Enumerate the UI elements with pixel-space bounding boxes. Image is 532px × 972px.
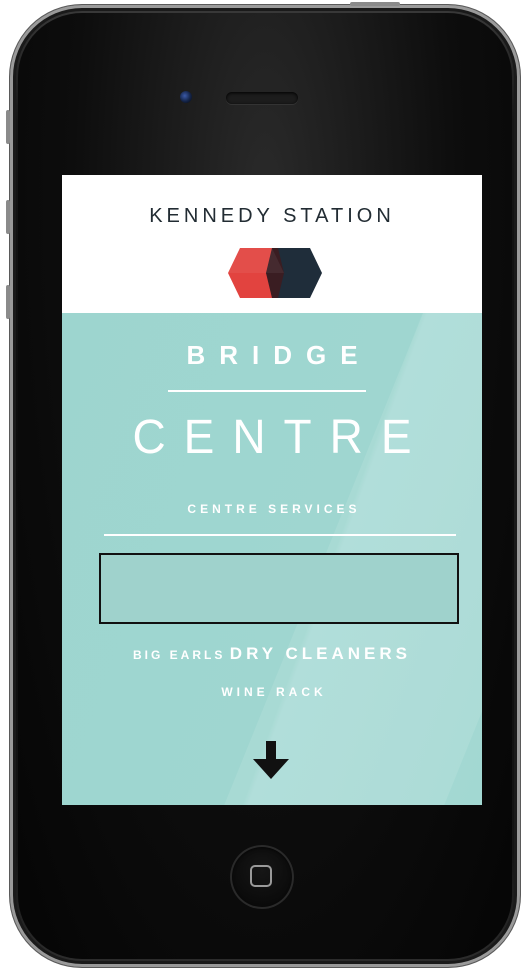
volume-up-button: [6, 200, 10, 234]
mute-switch: [6, 110, 10, 144]
service-selection-box[interactable]: [99, 553, 459, 624]
site-header: KENNEDY STATION: [62, 175, 482, 313]
brand-divider: [168, 390, 366, 392]
site-title[interactable]: KENNEDY STATION: [62, 205, 482, 228]
brand-title-centre: CENTRE: [132, 408, 430, 464]
brand-title-bridge: BRIDGE: [186, 340, 372, 370]
home-button[interactable]: [230, 845, 294, 909]
arrow-down-icon[interactable]: [253, 741, 289, 781]
service-item-dry-cleaners[interactable]: BIG EARLS DRY CLEANERS: [62, 644, 482, 664]
home-square-icon: [250, 865, 272, 887]
earpiece-speaker: [226, 92, 298, 104]
service-item-label: DRY CLEANERS: [229, 644, 411, 663]
service-item-prefix: BIG EARLS: [133, 648, 226, 662]
section-divider: [104, 534, 456, 536]
service-item-wine-rack[interactable]: WINE RACK: [62, 685, 482, 699]
centre-services-heading: CENTRE SERVICES: [187, 502, 361, 516]
volume-down-button: [6, 285, 10, 319]
front-camera: [180, 91, 192, 103]
phone-screen: KENNEDY STATION BRIDGE CENTRE CENTRE SER…: [62, 175, 482, 805]
main-content: BRIDGE CENTRE CENTRE SERVICES BIG EARLS …: [62, 303, 482, 805]
power-button: [350, 2, 400, 6]
hexagon-logo-icon[interactable]: [228, 248, 322, 298]
